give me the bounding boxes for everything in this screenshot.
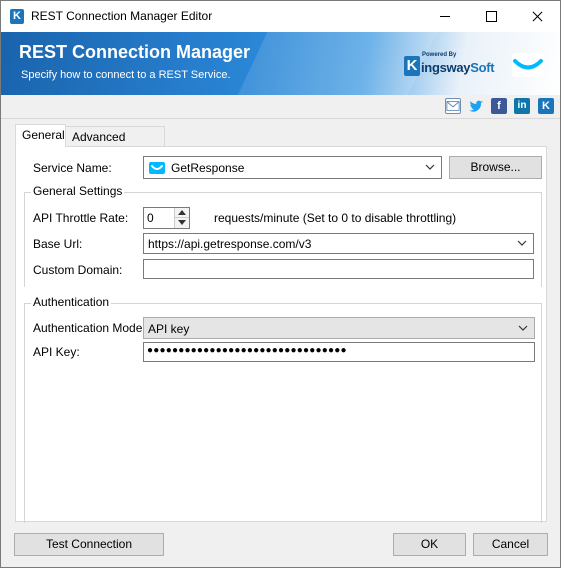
cancel-button[interactable]: Cancel — [473, 533, 548, 556]
throttle-stepper[interactable]: 0 — [143, 207, 190, 229]
kingswaysoft-app-icon: K — [10, 9, 24, 24]
throttle-value: 0 — [147, 211, 154, 225]
facebook-icon[interactable]: f — [491, 98, 507, 114]
linkedin-icon[interactable]: in — [514, 98, 530, 114]
logo-powered-by: Powered By — [422, 52, 457, 58]
ok-button[interactable]: OK — [393, 533, 466, 556]
tab-general[interactable]: General — [15, 124, 66, 147]
stepper-down-button[interactable] — [174, 218, 189, 228]
social-bar: f in K — [1, 95, 560, 119]
base-url-label: Base Url: — [33, 237, 83, 251]
auth-mode-value: API key — [148, 322, 190, 336]
banner-subtitle: Specify how to connect to a REST Service… — [21, 69, 231, 81]
chevron-down-icon — [517, 240, 527, 246]
chevron-down-icon — [518, 325, 528, 331]
service-name-select[interactable]: GetResponse — [143, 156, 442, 179]
banner-title: REST Connection Manager — [19, 42, 251, 62]
chevron-down-icon — [425, 164, 435, 170]
throttle-label: API Throttle Rate: — [33, 211, 129, 225]
arrow-down-icon — [178, 220, 186, 225]
header-banner: REST Connection Manager Specify how to c… — [1, 32, 560, 95]
throttle-hint: requests/minute (Set to 0 to disable thr… — [214, 211, 457, 225]
minimize-button[interactable] — [422, 1, 468, 32]
auth-mode-label: Authentication Mode: — [33, 321, 146, 335]
tab-advanced-settings[interactable]: Advanced Settings — [65, 126, 165, 158]
service-name-label: Service Name: — [33, 161, 112, 175]
base-url-select[interactable]: https://api.getresponse.com/v3 — [143, 233, 534, 254]
mail-icon[interactable] — [445, 98, 461, 114]
twitter-icon[interactable] — [468, 98, 484, 114]
close-button[interactable] — [514, 1, 560, 32]
getresponse-logo-icon — [512, 53, 544, 77]
title-bar: K REST Connection Manager Editor — [1, 1, 560, 32]
auth-mode-select[interactable]: API key — [143, 317, 535, 339]
getresponse-icon — [149, 162, 165, 174]
authentication-title: Authentication — [31, 295, 112, 309]
arrow-up-icon — [178, 210, 186, 215]
api-key-masked-value: ●●●●●●●●●●●●●●●●●●●●●●●●●●●●●●●● — [147, 345, 347, 356]
kingswaysoft-logo: Powered By K ingswaySoft — [404, 50, 507, 80]
custom-domain-input[interactable] — [143, 259, 534, 279]
stepper-up-button[interactable] — [174, 208, 189, 218]
editor-window: K REST Connection Manager Editor REST Co… — [0, 0, 561, 568]
logo-k-mark: K — [404, 56, 420, 76]
custom-domain-label: Custom Domain: — [33, 263, 123, 277]
service-name-value: GetResponse — [171, 161, 245, 175]
general-settings-title: General Settings — [31, 184, 125, 198]
kingswaysoft-icon[interactable]: K — [538, 98, 554, 114]
api-key-input[interactable]: ●●●●●●●●●●●●●●●●●●●●●●●●●●●●●●●● — [143, 342, 535, 362]
maximize-button[interactable] — [468, 1, 514, 32]
general-tab-panel: Service Name: GetResponse Browse... Gene… — [15, 146, 547, 523]
api-key-label: API Key: — [33, 345, 80, 359]
base-url-value: https://api.getresponse.com/v3 — [148, 237, 312, 251]
test-connection-button[interactable]: Test Connection — [14, 533, 164, 556]
logo-brand-name: ingswaySoft — [421, 60, 495, 75]
browse-button[interactable]: Browse... — [449, 156, 542, 179]
window-title: REST Connection Manager Editor — [31, 9, 213, 23]
